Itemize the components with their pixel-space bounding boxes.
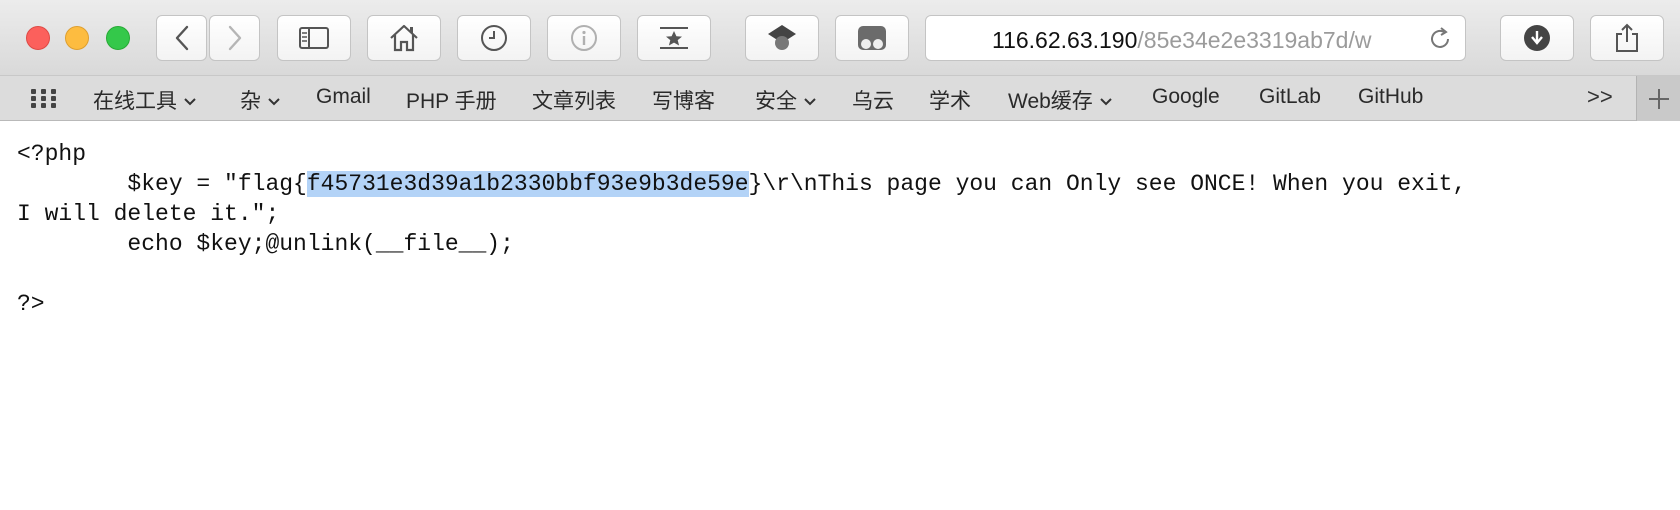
extension-icon: [768, 25, 796, 50]
code-line: I will delete it.";: [17, 201, 280, 227]
page-source-content: <?php $key = "flag{f45731e3d39a1b2330bbf…: [17, 139, 1667, 319]
info-button[interactable]: [547, 15, 621, 61]
close-window-button[interactable]: [26, 26, 50, 50]
reload-button[interactable]: [1427, 26, 1453, 57]
bookmark-wooyun[interactable]: 乌云: [852, 85, 894, 115]
zoom-window-button[interactable]: [106, 26, 130, 50]
info-icon: [571, 25, 597, 51]
bookmark-folder-misc[interactable]: 杂: [240, 85, 280, 115]
chevron-down-icon: [184, 88, 196, 112]
bookmark-label: 写博客: [652, 90, 715, 113]
home-button[interactable]: [367, 15, 441, 61]
sidebar-icon: [299, 27, 329, 49]
selected-flag-text[interactable]: f45731e3d39a1b2330bbf93e9b3de59e: [306, 171, 749, 197]
bookmark-gmail[interactable]: Gmail: [316, 85, 371, 109]
code-line: echo $key;@unlink(__file__);: [17, 231, 514, 257]
bookmark-folder-online-tools[interactable]: 在线工具: [93, 85, 196, 115]
bookmark-label: 文章列表: [532, 90, 616, 113]
plus-icon: [1648, 88, 1669, 109]
history-button[interactable]: [457, 15, 531, 61]
bookmark-label: 安全: [755, 90, 797, 113]
more-bookmarks-button[interactable]: >>: [1587, 84, 1613, 110]
bookmark-label: Google: [1152, 85, 1220, 108]
bookmark-google[interactable]: Google: [1152, 85, 1220, 109]
bookmark-label: GitHub: [1358, 85, 1424, 108]
bookmark-github[interactable]: GitHub: [1358, 85, 1423, 109]
bookmark-academic[interactable]: 学术: [929, 85, 971, 115]
grid-icon[interactable]: [31, 89, 59, 109]
bookmark-gitlab[interactable]: GitLab: [1259, 85, 1321, 109]
bookmark-folder-security[interactable]: 安全: [755, 85, 816, 115]
code-line: <?php: [17, 141, 87, 167]
url-host: 116.62.63.190: [992, 27, 1138, 53]
bookmark-label: PHP 手册: [406, 90, 497, 113]
bookmark-article-list[interactable]: 文章列表: [532, 85, 616, 115]
chevron-down-icon: [804, 88, 816, 112]
extension-button-2[interactable]: [835, 15, 909, 61]
bookmark-folder-web-cache[interactable]: Web缓存: [1008, 85, 1112, 115]
browser-toolbar: 116.62.63.190/85e34e2e3319ab7d/w: [0, 0, 1680, 75]
bookmark-label: Web缓存: [1008, 90, 1093, 113]
code-line: $key = "flag{f45731e3d39a1b2330bbf93e9b3…: [17, 169, 1667, 199]
share-button[interactable]: [1590, 15, 1664, 61]
forward-button[interactable]: [209, 15, 260, 61]
share-icon: [1616, 23, 1638, 52]
chevron-down-icon: [1100, 88, 1112, 112]
bookmark-label: 杂: [240, 90, 261, 113]
bookmark-php-manual[interactable]: PHP 手册: [406, 85, 497, 115]
home-icon: [390, 24, 418, 52]
chevron-right-icon: [228, 25, 241, 51]
back-button[interactable]: [156, 15, 207, 61]
chevron-left-icon: [175, 25, 188, 51]
download-button[interactable]: [1500, 15, 1574, 61]
minimize-window-button[interactable]: [65, 26, 89, 50]
code-line: ?>: [17, 291, 45, 317]
add-bookmark-button[interactable]: [1636, 76, 1680, 121]
reload-icon: [1431, 27, 1449, 48]
extension-button-1[interactable]: [745, 15, 819, 61]
sidebar-button[interactable]: [277, 15, 351, 61]
bookmark-label: GitLab: [1259, 85, 1321, 108]
bookmark-label: 乌云: [852, 90, 894, 113]
bookmark-label: Gmail: [316, 85, 371, 108]
bookmark-write-blog[interactable]: 写博客: [652, 85, 715, 115]
code-text: }\r\nThis page you can Only see ONCE! Wh…: [748, 171, 1467, 197]
chevron-down-icon: [268, 88, 280, 112]
bookmark-button[interactable]: [637, 15, 711, 61]
code-text: $key = "flag{: [17, 171, 307, 197]
bookmarks-bar: 在线工具 杂 Gmail PHP 手册 文章列表 写博客 安全 乌云 学术 We…: [0, 75, 1680, 121]
address-bar[interactable]: 116.62.63.190/85e34e2e3319ab7d/w: [925, 15, 1466, 61]
address-url[interactable]: 116.62.63.190/85e34e2e3319ab7d/w: [992, 27, 1402, 54]
extension-icon: [858, 26, 886, 50]
bookmark-label: 在线工具: [93, 90, 177, 113]
star-bookmark-icon: [660, 27, 688, 49]
clock-icon: [481, 25, 507, 51]
bookmark-label: 学术: [929, 90, 971, 113]
download-icon: [1524, 25, 1550, 51]
url-path: /85e34e2e3319ab7d/w: [1137, 27, 1372, 53]
